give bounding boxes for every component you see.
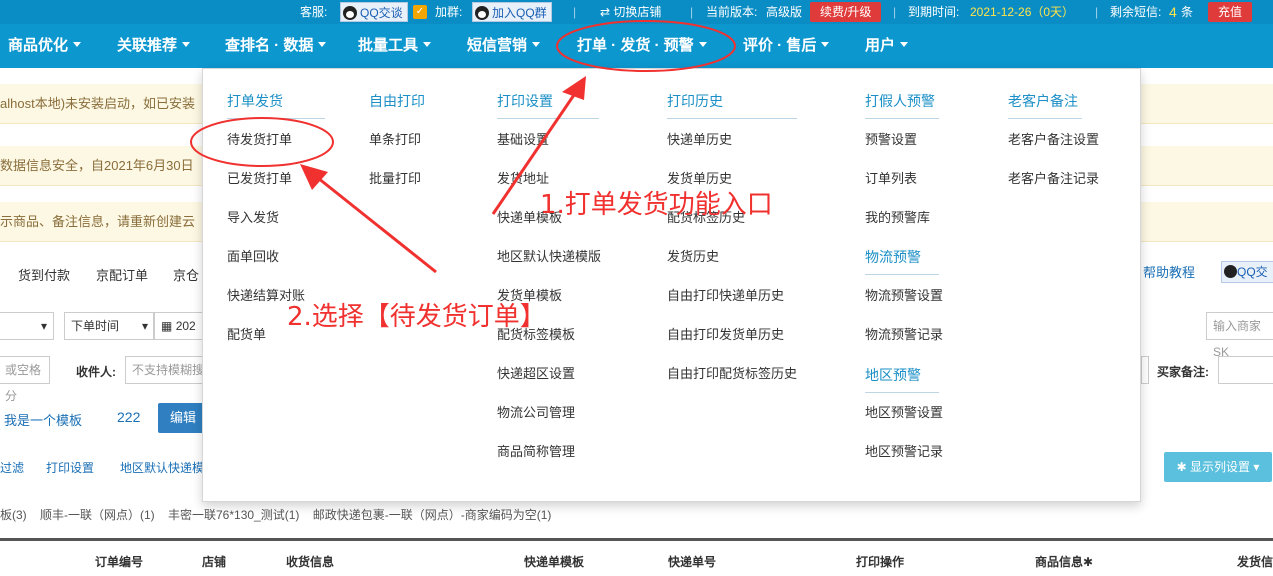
highlight-ellipse-pending: [190, 117, 334, 167]
highlight-ellipse-nav: [556, 20, 736, 72]
annotation-step2: 2.选择【待发货订单】: [287, 302, 546, 332]
annotation-step1: 1.打单发货功能入口: [540, 190, 773, 220]
annotation-overlay: [190, 20, 736, 274]
arrow-line-2: [317, 176, 437, 274]
arrow-head-2: [300, 164, 328, 190]
